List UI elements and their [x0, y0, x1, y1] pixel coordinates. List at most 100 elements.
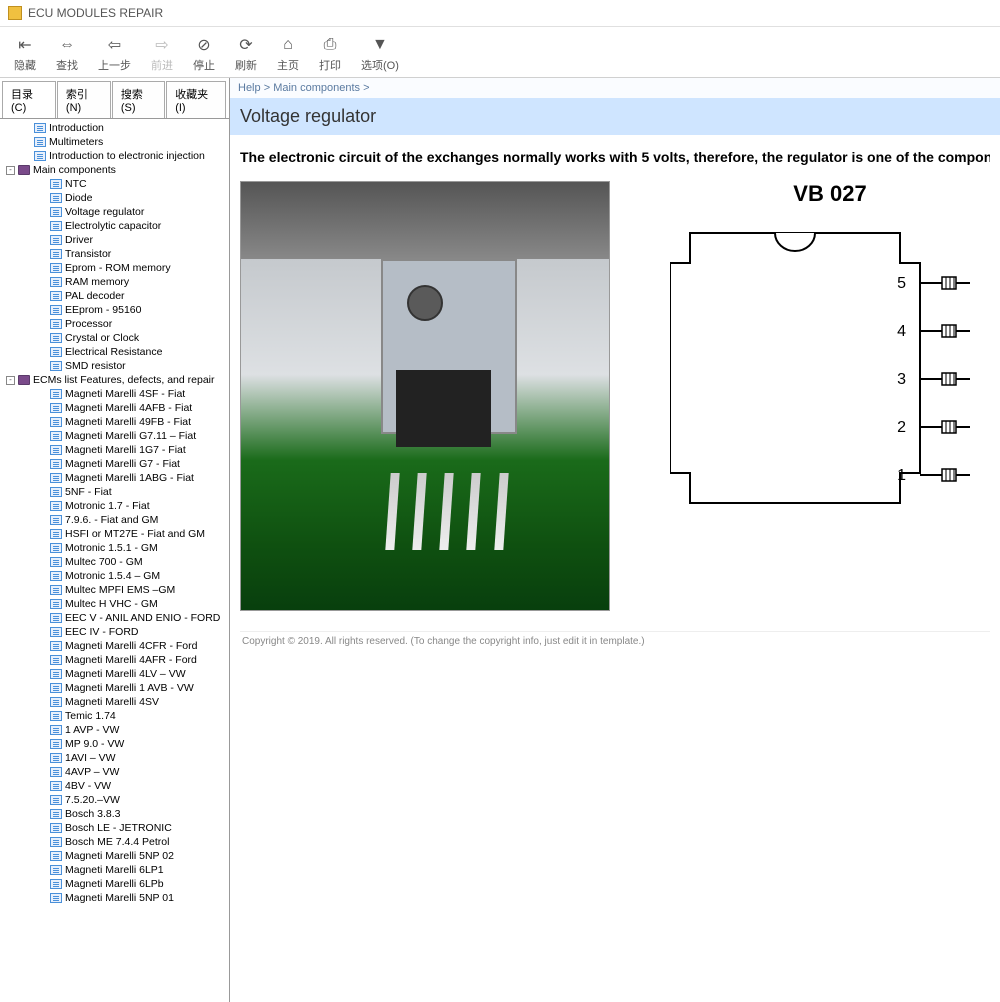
page-icon [50, 557, 62, 567]
tree-label: Magneti Marelli 6LPb [65, 878, 164, 890]
page-icon [50, 753, 62, 763]
tree-item[interactable]: 4BV - VW [2, 779, 227, 793]
tree-label: 7.9.6. - Fiat and GM [65, 514, 158, 526]
tab-index[interactable]: 索引(N) [57, 81, 111, 118]
tree-item[interactable]: Magneti Marelli 1G7 - Fiat [2, 443, 227, 457]
tool-label: 主页 [277, 57, 299, 73]
tool-refresh-button[interactable]: ⟳刷新 [225, 33, 267, 75]
tree-item[interactable]: 5NF - Fiat [2, 485, 227, 499]
tree-item[interactable]: Magneti Marelli G7.11 – Fiat [2, 429, 227, 443]
svg-text:2: 2 [897, 419, 906, 436]
tree-item[interactable]: Multec 700 - GM [2, 555, 227, 569]
tab-favorites[interactable]: 收藏夹(I) [166, 81, 226, 118]
tree[interactable]: IntroductionMultimetersIntroduction to e… [0, 119, 229, 1002]
tree-item[interactable]: Electrolytic capacitor [2, 219, 227, 233]
tab-contents[interactable]: 目录(C) [2, 81, 56, 118]
tree-item[interactable]: Multec H VHC - GM [2, 597, 227, 611]
tree-item[interactable]: Introduction [2, 121, 227, 135]
page-icon [50, 697, 62, 707]
tree-item[interactable]: NTC [2, 177, 227, 191]
tool-home-button[interactable]: ⌂主页 [267, 33, 309, 75]
tree-item[interactable]: 7.5.20.–VW [2, 793, 227, 807]
tree-item[interactable]: Magneti Marelli 4LV – VW [2, 667, 227, 681]
tree-item[interactable]: Magneti Marelli 49FB - Fiat [2, 415, 227, 429]
tree-item[interactable]: Introduction to electronic injection [2, 149, 227, 163]
page-title: Voltage regulator [230, 98, 1000, 135]
tree-item[interactable]: Eprom - ROM memory [2, 261, 227, 275]
tree-item[interactable]: EEprom - 95160 [2, 303, 227, 317]
tree-item[interactable]: Motronic 1.7 - Fiat [2, 499, 227, 513]
tree-item[interactable]: Driver [2, 233, 227, 247]
content-pane: Help > Main components > Voltage regulat… [230, 78, 1000, 1002]
titlebar: ECU MODULES REPAIR [0, 0, 1000, 27]
print-icon: ⎙ [320, 35, 340, 55]
stop-icon: ⊘ [194, 35, 214, 55]
tree-item[interactable]: Bosch ME 7.4.4 Petrol [2, 835, 227, 849]
tree-item[interactable]: Magneti Marelli 6LPb [2, 877, 227, 891]
tree-item[interactable]: EEC IV - FORD [2, 625, 227, 639]
tree-item[interactable]: Magneti Marelli 5NP 01 [2, 891, 227, 905]
tree-item[interactable]: Motronic 1.5.4 – GM [2, 569, 227, 583]
tree-item[interactable]: Magneti Marelli 1 AVB - VW [2, 681, 227, 695]
page-icon [50, 221, 62, 231]
tree-item[interactable]: Magneti Marelli 4AFR - Ford [2, 653, 227, 667]
tree-item[interactable]: Magneti Marelli 6LP1 [2, 863, 227, 877]
tool-forward-button: ⇨前进 [141, 33, 183, 75]
tree-item[interactable]: PAL decoder [2, 289, 227, 303]
page-icon [50, 599, 62, 609]
tree-item[interactable]: Magneti Marelli 5NP 02 [2, 849, 227, 863]
tree-item[interactable]: Diode [2, 191, 227, 205]
tree-item[interactable]: Magneti Marelli G7 - Fiat [2, 457, 227, 471]
tree-item[interactable]: Bosch LE - JETRONIC [2, 821, 227, 835]
tool-stop-button[interactable]: ⊘停止 [183, 33, 225, 75]
tool-back-button[interactable]: ⇦上一步 [88, 33, 141, 75]
copyright: Copyright © 2019. All rights reserved. (… [240, 631, 990, 651]
page-icon [50, 445, 62, 455]
tree-item[interactable]: Multec MPFI EMS –GM [2, 583, 227, 597]
tab-search[interactable]: 搜索(S) [112, 81, 165, 118]
expander-icon[interactable]: - [6, 376, 15, 385]
tree-label: Magneti Marelli 5NP 02 [65, 850, 174, 862]
tree-item[interactable]: -ECMs list Features, defects, and repair [2, 373, 227, 387]
tree-item[interactable]: Temic 1.74 [2, 709, 227, 723]
tree-label: Transistor [65, 248, 111, 260]
tree-item[interactable]: 1AVI – VW [2, 751, 227, 765]
tree-item[interactable]: Crystal or Clock [2, 331, 227, 345]
tool-hide-button[interactable]: ⇤隐藏 [4, 33, 46, 75]
tree-item[interactable]: 4AVP – VW [2, 765, 227, 779]
tool-print-button[interactable]: ⎙打印 [309, 33, 351, 75]
tree-label: PAL decoder [65, 290, 125, 302]
tree-item[interactable]: Magneti Marelli 4CFR - Ford [2, 639, 227, 653]
tool-locate-button[interactable]: ⇔查找 [46, 33, 88, 75]
tree-item[interactable]: Electrical Resistance [2, 345, 227, 359]
page-icon [50, 543, 62, 553]
tree-label: Multec MPFI EMS –GM [65, 584, 175, 596]
breadcrumb-section[interactable]: Main components [273, 82, 360, 94]
tree-item[interactable]: Processor [2, 317, 227, 331]
tree-item[interactable]: HSFI or MT27E - Fiat and GM [2, 527, 227, 541]
window-title: ECU MODULES REPAIR [28, 6, 163, 20]
tree-item[interactable]: SMD resistor [2, 359, 227, 373]
tree-item[interactable]: 7.9.6. - Fiat and GM [2, 513, 227, 527]
tree-item[interactable]: Multimeters [2, 135, 227, 149]
tree-item[interactable]: Magneti Marelli 4SV [2, 695, 227, 709]
page-icon [50, 725, 62, 735]
tree-item[interactable]: RAM memory [2, 275, 227, 289]
tree-item[interactable]: Motronic 1.5.1 - GM [2, 541, 227, 555]
page-icon [50, 739, 62, 749]
tree-item[interactable]: Transistor [2, 247, 227, 261]
tree-item[interactable]: Magneti Marelli 1ABG - Fiat [2, 471, 227, 485]
tool-options-button[interactable]: ▼选项(O) [351, 33, 409, 75]
tree-item[interactable]: Magneti Marelli 4AFB - Fiat [2, 401, 227, 415]
tree-item[interactable]: 1 AVP - VW [2, 723, 227, 737]
page-icon [50, 305, 62, 315]
tree-item[interactable]: EEC V - ANIL AND ENIO - FORD [2, 611, 227, 625]
page-icon [50, 263, 62, 273]
tree-item[interactable]: Bosch 3.8.3 [2, 807, 227, 821]
breadcrumb-root[interactable]: Help [238, 82, 261, 94]
tree-item[interactable]: Magneti Marelli 4SF - Fiat [2, 387, 227, 401]
tree-item[interactable]: -Main components [2, 163, 227, 177]
expander-icon[interactable]: - [6, 166, 15, 175]
tree-item[interactable]: Voltage regulator [2, 205, 227, 219]
tree-item[interactable]: MP 9.0 - VW [2, 737, 227, 751]
